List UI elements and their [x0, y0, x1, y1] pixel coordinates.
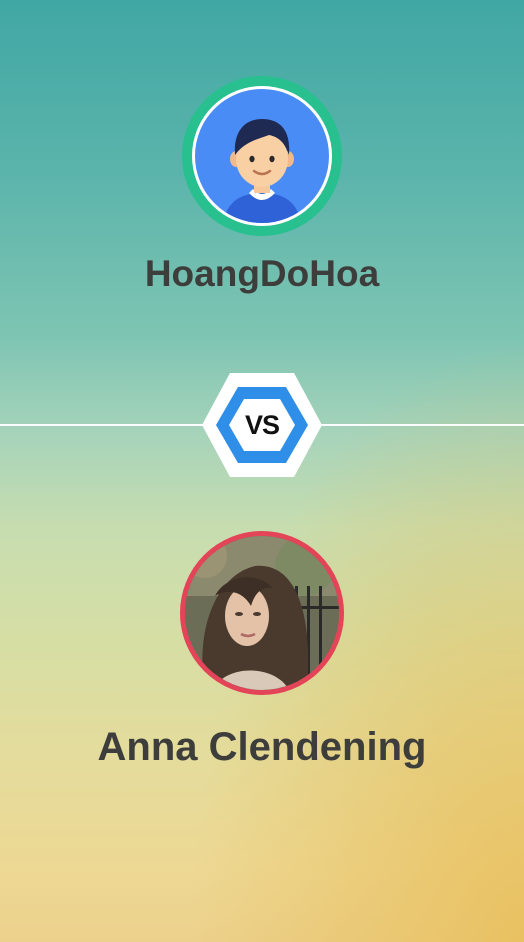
player-bottom-avatar[interactable] [180, 531, 344, 695]
player-top-avatar[interactable] [182, 76, 342, 236]
vs-label: VS [244, 410, 280, 440]
profile-photo [185, 536, 339, 690]
player-top-name: HoangDoHoa [144, 253, 380, 294]
player-bottom-name: Anna Clendening [97, 725, 427, 769]
cartoon-boy-avatar-icon [195, 89, 329, 223]
